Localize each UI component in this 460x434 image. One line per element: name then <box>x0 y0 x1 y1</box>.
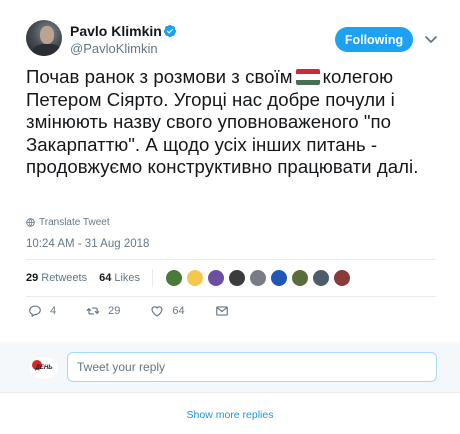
avatar-face-shape <box>40 26 54 44</box>
author-handle[interactable]: @PavloKlimkin <box>70 41 158 56</box>
like-action[interactable]: 64 <box>150 304 185 318</box>
likes-count: 64 <box>99 272 112 284</box>
reply-input[interactable] <box>67 352 437 382</box>
replies-footer: Show more replies <box>0 392 460 434</box>
liker-avatar[interactable] <box>228 269 247 287</box>
translate-tweet-link[interactable]: Translate Tweet <box>26 217 110 228</box>
tweet-text: Почав ранок з розмови з своїм колегою Пет… <box>26 66 446 179</box>
retweet-icon <box>86 307 100 315</box>
heart-icon <box>151 306 163 317</box>
show-more-replies-link[interactable]: Show more replies <box>0 409 460 421</box>
like-count: 64 <box>172 305 185 317</box>
hungary-flag-icon <box>295 69 320 85</box>
likes-stat[interactable]: 64 Likes <box>99 272 140 284</box>
tweet-timestamp[interactable]: 10:24 AM - 31 Aug 2018 <box>26 238 149 250</box>
liker-avatar[interactable] <box>165 269 184 287</box>
reply-icon <box>29 305 41 317</box>
translate-label: Translate Tweet <box>39 217 110 228</box>
author-name[interactable]: Pavlo Klimkin <box>70 23 162 39</box>
liker-avatar[interactable] <box>291 269 310 287</box>
retweets-stat[interactable]: 29 Retweets <box>26 272 87 284</box>
tweet-stats: 29 Retweets 64 Likes <box>26 268 352 288</box>
current-user-avatar: ДЕНЬ <box>30 357 58 379</box>
liker-avatar[interactable] <box>249 269 268 287</box>
envelope-icon <box>215 306 228 316</box>
divider <box>26 296 436 297</box>
liker-avatar[interactable] <box>312 269 331 287</box>
retweets-count: 29 <box>26 272 39 284</box>
likes-label: Likes <box>114 272 141 284</box>
author-avatar[interactable] <box>26 20 62 56</box>
tweet-actions: 4 29 64 <box>28 304 259 318</box>
divider <box>26 259 436 260</box>
following-button[interactable]: Following <box>335 27 413 52</box>
liker-avatar[interactable] <box>270 269 289 287</box>
globe-icon <box>26 218 35 227</box>
avatar-logo-text: ДЕНЬ <box>35 365 53 371</box>
chevron-down-icon[interactable] <box>424 34 438 46</box>
retweets-label: Retweets <box>41 272 88 284</box>
retweet-action[interactable]: 29 <box>86 304 120 318</box>
verified-badge-icon <box>163 24 177 38</box>
reply-action[interactable]: 4 <box>28 304 56 318</box>
avatar-body-shape <box>32 44 62 56</box>
tweet-text-part-1: Почав ранок з розмови з своїм <box>26 66 293 87</box>
liker-avatars <box>165 269 352 287</box>
retweet-count: 29 <box>108 305 121 317</box>
liker-avatar[interactable] <box>333 269 352 287</box>
reply-composer: ДЕНЬ <box>0 342 460 392</box>
tweet-card: Pavlo Klimkin @PavloKlimkin Following По… <box>0 0 460 342</box>
direct-message-action[interactable] <box>215 304 229 318</box>
liker-avatar[interactable] <box>207 269 226 287</box>
liker-avatar[interactable] <box>186 269 205 287</box>
stats-separator <box>152 269 154 287</box>
reply-count: 4 <box>50 305 57 317</box>
